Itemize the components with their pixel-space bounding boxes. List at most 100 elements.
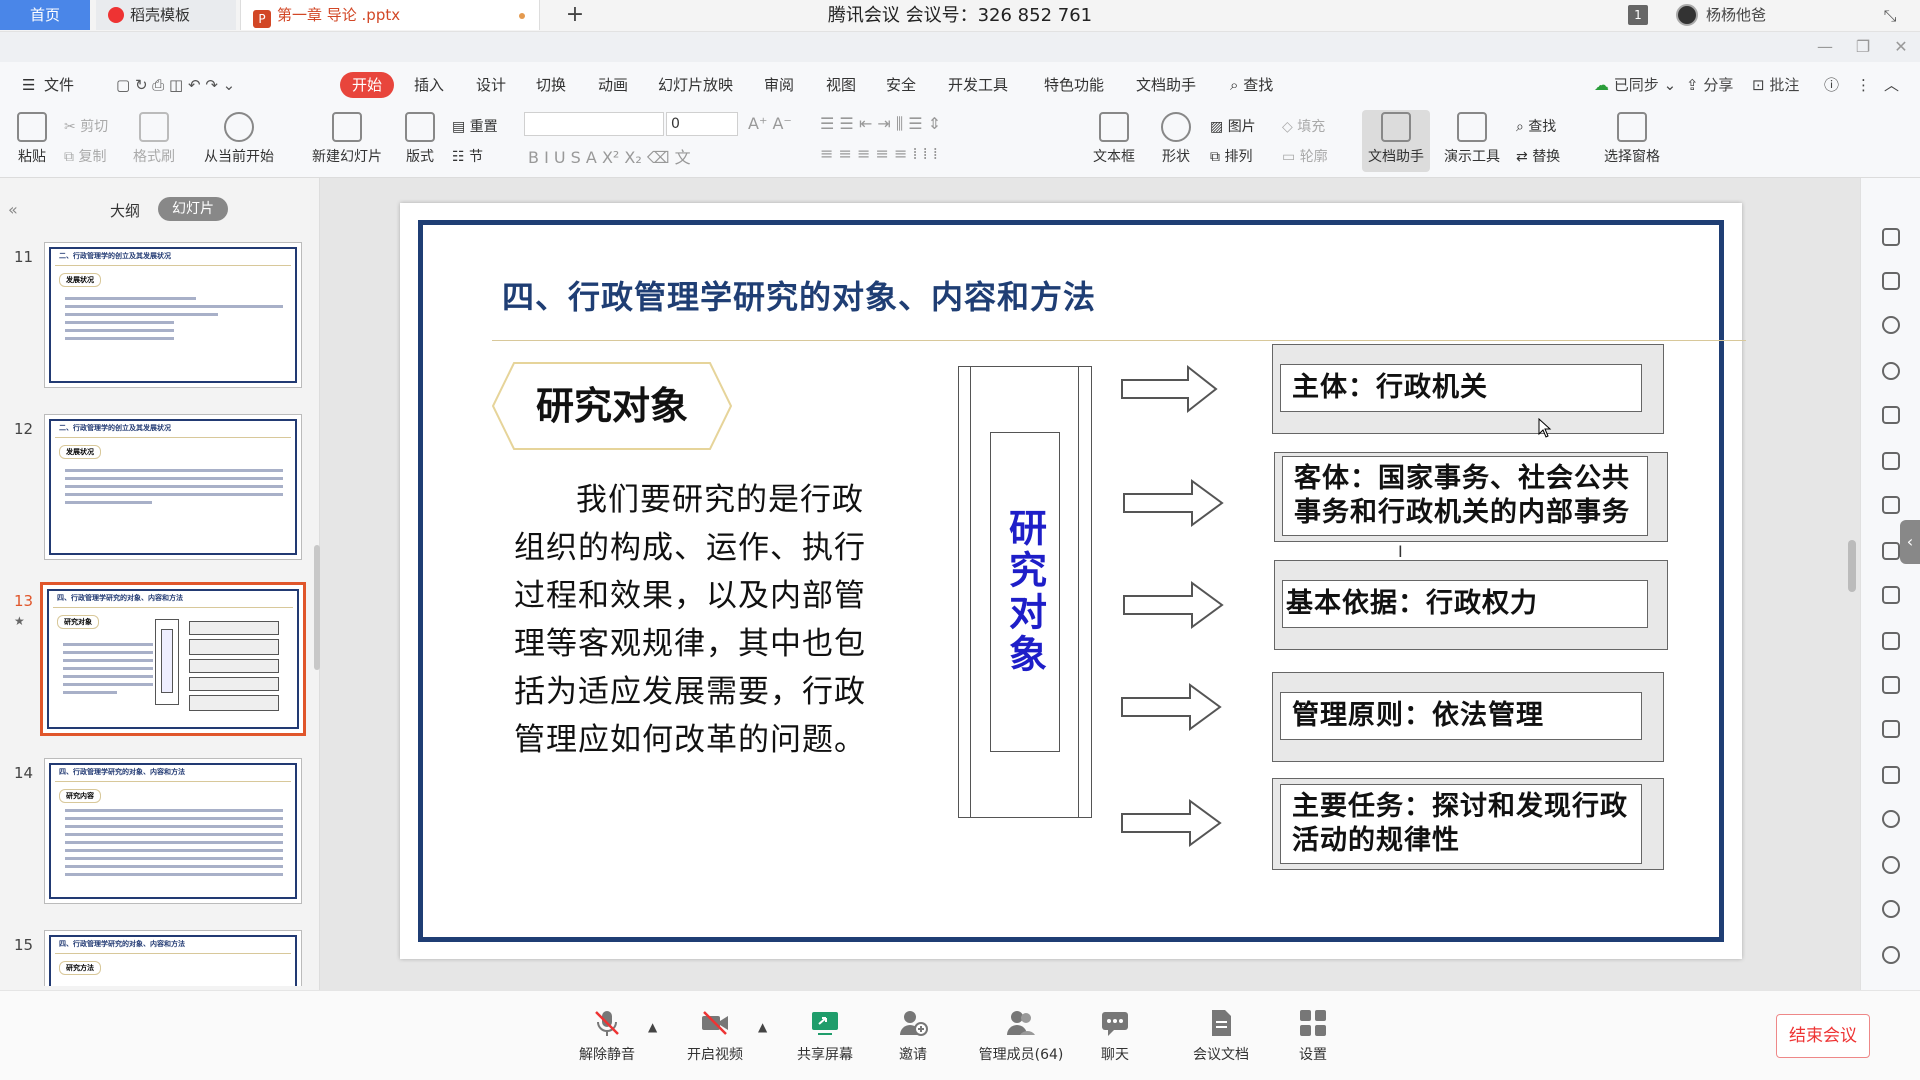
new-tab-button[interactable]: + [560,0,590,30]
help-circle-icon[interactable] [1882,946,1900,964]
video-options-caret[interactable]: ▲ [758,1020,767,1034]
collapse-panel-icon[interactable]: « [8,200,18,219]
menu-insert[interactable]: 插入 [410,72,448,98]
table-icon[interactable] [1882,452,1900,470]
speaker-icon[interactable] [1882,810,1900,828]
badge-icon[interactable] [1882,362,1900,380]
paste-button[interactable]: 粘贴 [12,112,52,166]
slide-thumbnail-13[interactable]: 四、行政管理学研究的对象、内容和方法 研究对象 [40,582,306,736]
slide-thumbnail-12[interactable]: 二、行政管理学的创立及其发展状况 发展状况 [44,414,302,560]
format-painter-button[interactable]: 格式刷 [126,112,182,166]
share-button[interactable]: ⇪ 分享 [1686,72,1733,98]
picture-icon[interactable] [1882,766,1900,784]
share-screen-button[interactable]: 共享屏幕 [780,1008,870,1064]
help-icon[interactable]: ⓘ [1824,72,1839,98]
layout-button[interactable]: 版式 [400,112,440,166]
start-video-button[interactable]: 开启视频 [670,1008,760,1064]
select-pane-button[interactable]: 选择窗格 [1600,112,1664,166]
new-slide-button[interactable]: 新建幻灯片 [302,112,392,166]
history-icon[interactable] [1882,900,1900,918]
tab-templates[interactable]: 稻壳模板 [96,0,236,30]
end-meeting-button[interactable]: 结束会议 [1776,1014,1870,1058]
invite-button[interactable]: 邀请 [868,1008,958,1064]
shape-panel-icon[interactable] [1882,316,1900,334]
window-count-badge[interactable]: 1 [1628,5,1648,25]
star-icon[interactable] [1882,228,1900,246]
tab-slides[interactable]: 幻灯片 [158,197,228,221]
grid-icon[interactable] [1882,496,1900,514]
cut-button[interactable]: ✂ 剪切 [64,116,108,136]
box-icon[interactable] [1882,720,1900,738]
thumb-title: 二、行政管理学的创立及其发展状况 [59,424,171,432]
slide-thumbnail-11[interactable]: 二、行政管理学的创立及其发展状况 发展状况 [44,242,302,388]
shape-button[interactable]: 形状 [1156,112,1196,166]
font-family-select[interactable] [524,112,664,136]
export-icon[interactable] [1882,676,1900,694]
find-button[interactable]: ⌕ 查找 [1516,116,1556,136]
slide-title[interactable]: 四、行政管理学研究的对象、内容和方法 [502,272,1096,318]
menu-review[interactable]: 审阅 [760,72,798,98]
canvas-scrollbar[interactable] [1848,540,1856,592]
minimize-icon[interactable]: — [1810,32,1840,62]
slide-thumbnail-14[interactable]: 四、行政管理学研究的对象、内容和方法 研究内容 [44,758,302,904]
menu-start[interactable]: 开始 [340,72,395,98]
tab-home[interactable]: 首页 [0,0,90,30]
quick-access-toolbar[interactable]: ▢ ↻ ⎙ ◫ ↶ ↷ ⌄ [112,72,239,98]
menu-animation[interactable]: 动画 [594,72,632,98]
font-style-icons[interactable]: B I U S A X² X₂ ⌫ 文 [528,144,691,168]
unmute-button[interactable]: 解除静音 [562,1008,652,1064]
tab-outline[interactable]: 大纲 [110,200,140,221]
audio-options-caret[interactable]: ▲ [648,1020,657,1034]
restore-icon[interactable]: ❐ [1848,32,1878,62]
meeting-docs-button[interactable]: 会议文档 [1176,1008,1266,1064]
slide-thumbnail-15[interactable]: 四、行政管理学研究的对象、内容和方法 研究方法 [44,930,302,986]
outline-button[interactable]: ▭ 轮廓 [1282,146,1328,166]
manage-members-button[interactable]: 管理成员(64) [966,1008,1076,1064]
menu-devtools[interactable]: 开发工具 [944,72,1012,98]
from-current-button[interactable]: 从当前开始 [196,112,282,166]
annotate-button[interactable]: ⊡ 批注 [1752,72,1799,98]
more-options-icon[interactable]: ⋮ [1856,72,1871,98]
present-tools-button[interactable]: 演示工具 [1436,112,1508,166]
exit-fullscreen-icon[interactable]: ⤡ [1880,6,1900,26]
menu-design[interactable]: 设计 [472,72,510,98]
sync-status[interactable]: ☁ 已同步 ⌄ [1594,72,1676,98]
font-size-adjust-icons[interactable]: A⁺ A⁻ [748,114,792,133]
image-gallery-icon[interactable] [1882,632,1900,650]
reset-button[interactable]: ▤ 重置 [452,116,498,136]
expand-side-panel-icon[interactable]: ‹ [1900,520,1920,564]
download-icon[interactable] [1882,856,1900,874]
menu-transition[interactable]: 切换 [532,72,570,98]
font-size-select[interactable]: 0 [666,112,738,136]
picture-button[interactable]: ▨ 图片 [1210,116,1256,136]
tab-document[interactable]: P 第一章 导论 .pptx [240,0,540,30]
textbox-button[interactable]: 文本框 [1092,112,1136,166]
copy-button[interactable]: ⧉ 复制 [64,146,106,166]
triangle-icon[interactable] [1882,406,1900,424]
menu-security[interactable]: 安全 [882,72,920,98]
hamburger-icon[interactable]: ☰ [18,72,39,98]
menu-slideshow[interactable]: 幻灯片放映 [654,72,737,98]
doc-assistant-button[interactable]: 文档助手 [1362,110,1430,172]
list-indent-icons[interactable]: ☰ ☰ ⇤ ⇥ ⫼ ☰ ⇕ [820,114,941,134]
chat-button[interactable]: 聊天 [1070,1008,1160,1064]
collapse-ribbon-icon[interactable]: ︿ [1884,72,1899,98]
close-icon[interactable]: ✕ [1886,32,1916,62]
menu-file[interactable]: 文件 [40,72,78,98]
fill-button[interactable]: ◇ 填充 [1282,116,1325,136]
user-name[interactable]: 杨杨他爸 [1706,0,1766,30]
layers-icon[interactable] [1882,272,1900,290]
sliders-icon[interactable] [1882,586,1900,604]
menu-search[interactable]: ⌕ 查找 [1226,72,1277,98]
menu-doc-assistant[interactable]: 文档助手 [1132,72,1200,98]
chart-icon[interactable] [1882,542,1900,560]
paragraph-align-icons[interactable]: ≡ ≡ ≡ ≡ ≡ ⁞ ⁞ ⁞ [820,144,938,163]
replace-button[interactable]: ⇄ 替换 [1516,146,1560,166]
menu-features[interactable]: 特色功能 [1040,72,1108,98]
slide-body-text[interactable]: 我们要研究的是行政组织的构成、运作、执行过程和效果，以及内部管理等客观规律，其中… [514,476,890,764]
menu-view[interactable]: 视图 [822,72,860,98]
settings-button[interactable]: 设置 [1268,1008,1358,1064]
arrange-button[interactable]: ⧉ 排列 [1210,146,1252,166]
avatar[interactable] [1676,4,1698,26]
section-button[interactable]: ☷ 节 [452,146,483,166]
